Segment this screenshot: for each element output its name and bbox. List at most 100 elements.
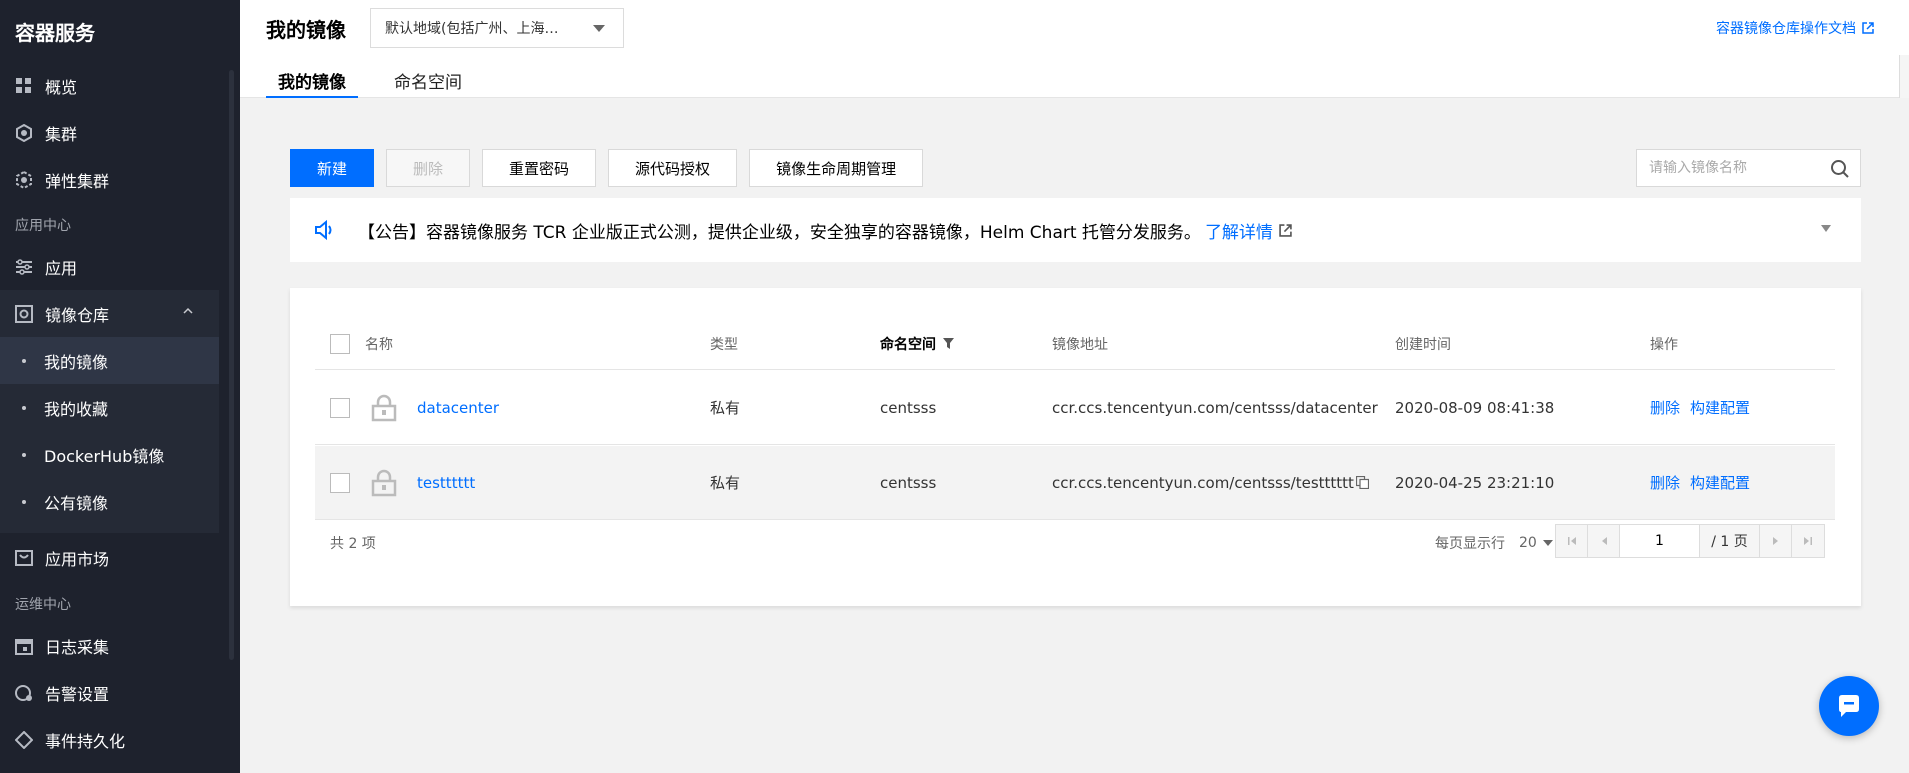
registry-submenu: 我的镜像 我的收藏 DockerHub镜像 公有镜像 [0,337,219,533]
delete-link[interactable]: 删除 [1650,371,1680,444]
sidebar-subitem-my-images[interactable]: 我的镜像 [0,337,219,384]
announcement-bar: 【公告】容器镜像服务 TCR 企业版正式公测，提供企业级，安全独享的容器镜像，H… [290,198,1861,262]
table-header: 名称 类型 命名空间 镜像地址 创建时间 操作 [315,318,1835,370]
pagination: 1 / 1 页 [1555,524,1825,558]
first-page-icon [1567,537,1576,545]
lock-icon [371,394,397,421]
region-select[interactable]: 默认地域(包括广州、上海… [370,8,624,48]
announcement-text: 【公告】容器镜像服务 TCR 企业版正式公测，提供企业级，安全独享的容器镜像，H… [358,222,1201,243]
page-size: 每页显示行 20 [1435,533,1553,553]
alarm-icon [15,684,33,702]
next-page-button[interactable] [1760,525,1792,557]
sidebar-item-label: 应用 [45,258,78,278]
sidebar-item-registry[interactable]: 镜像仓库 [0,290,219,337]
external-link-icon [1862,22,1874,34]
first-page-button[interactable] [1556,525,1588,557]
source-auth-button[interactable]: 源代码授权 [608,149,738,187]
image-type: 私有 [710,474,741,492]
image-address: ccr.ccs.tencentyun.com/centsss/testttttt [1052,473,1354,492]
sidebar-item-label: 告警设置 [45,684,110,704]
page-total: / 1 页 [1700,525,1760,557]
select-all-checkbox[interactable] [330,333,350,354]
image-name-link[interactable]: testttttt [417,446,475,519]
announcement-more-link[interactable]: 了解详情 [1205,218,1292,243]
image-type: 私有 [710,399,741,417]
new-button[interactable]: 新建 [290,149,375,187]
last-page-icon [1804,537,1812,545]
copy-icon[interactable] [1355,476,1369,489]
table-row: datacenter 私有 centsss ccr.ccs.tencentyun… [315,371,1835,445]
col-type: 类型 [710,336,738,353]
row-checkbox[interactable] [330,472,350,493]
region-select-value: 默认地域(包括广州、上海… [385,21,559,37]
page-size-value: 20 [1519,535,1537,551]
sidebar-item-alarm[interactable]: 告警设置 [0,669,240,716]
page-number-input[interactable]: 1 [1620,525,1700,557]
build-config-link[interactable]: 构建配置 [1690,446,1750,519]
image-address: ccr.ccs.tencentyun.com/centsss/datacente… [1052,398,1378,417]
sidebar-item-event[interactable]: 事件持久化 [0,716,240,763]
bullet-icon [22,452,26,457]
col-actions: 操作 [1650,336,1678,353]
col-namespace[interactable]: 命名空间 [880,318,954,369]
sidebar-item-label: 日志采集 [45,637,110,657]
table-footer: 共 2 项 每页显示行 20 1 / 1 页 [315,524,1835,560]
prev-page-button[interactable] [1588,525,1620,557]
sidebar-item-elastic-cluster[interactable]: 弹性集群 [0,156,240,203]
sidebar-item-market[interactable]: 应用市场 [0,533,240,582]
sidebar-subitem-dockerhub[interactable]: DockerHub镜像 [0,431,219,478]
sidebar: 容器服务 概览 集群 弹性集群 应用中心 应用 镜像仓库 我的镜像 我的收藏 D… [0,0,240,773]
tab-bar: 我的镜像 命名空间 [266,58,498,98]
sidebar-subitem-label: 公有镜像 [44,493,109,513]
announcement-more-label: 了解详情 [1204,222,1273,243]
sidebar-scrollbar[interactable] [229,70,234,660]
delete-button[interactable]: 删除 [386,149,471,187]
col-name: 名称 [365,336,393,353]
prev-page-icon [1601,537,1607,545]
expand-caret-icon[interactable] [1821,225,1831,232]
search-icon[interactable] [1830,159,1850,179]
page-size-select[interactable]: 20 [1519,535,1553,551]
sidebar-subitem-label: DockerHub镜像 [44,446,165,466]
page-scrollbar[interactable] [1899,55,1909,98]
search-box [1636,149,1861,187]
search-input[interactable] [1649,160,1819,176]
calendar-icon [15,637,33,655]
sidebar-subitem-label: 我的镜像 [44,352,109,372]
page-size-label: 每页显示行 [1435,536,1505,552]
bullet-icon [22,499,26,504]
row-checkbox[interactable] [330,397,350,418]
col-created: 创建时间 [1395,336,1451,353]
lock-icon [371,469,397,496]
sidebar-item-label: 事件持久化 [45,731,126,751]
tab-my-images[interactable]: 我的镜像 [266,58,358,98]
image-name-link[interactable]: datacenter [417,371,499,444]
table-row: testttttt 私有 centsss ccr.ccs.tencentyun.… [315,446,1835,520]
sidebar-item-label: 集群 [45,124,78,144]
sidebar-item-app[interactable]: 应用 [0,243,240,290]
delete-link[interactable]: 删除 [1650,446,1680,519]
build-config-link[interactable]: 构建配置 [1690,371,1750,444]
bullet-icon [22,358,26,363]
sidebar-item-log-collection[interactable]: 日志采集 [0,622,240,669]
col-namespace-label: 命名空间 [880,336,936,353]
page-header: 我的镜像 默认地域(包括广州、上海… 容器镜像仓库操作文档 我的镜像 命名空间 [240,0,1909,98]
sidebar-item-label: 镜像仓库 [45,305,110,325]
filter-icon[interactable] [943,338,954,349]
reset-password-button[interactable]: 重置密码 [482,149,597,187]
sidebar-item-cluster[interactable]: 集群 [0,109,240,156]
chat-button[interactable] [1819,676,1879,736]
sidebar-item-label: 弹性集群 [45,171,110,191]
lifecycle-button[interactable]: 镜像生命周期管理 [749,149,924,187]
caret-down-icon [593,25,605,32]
sidebar-item-label: 概览 [45,77,78,97]
sidebar-subitem-public-images[interactable]: 公有镜像 [0,478,219,525]
elastic-cluster-icon [15,170,33,189]
sidebar-subitem-favorites[interactable]: 我的收藏 [0,384,219,431]
last-page-button[interactable] [1792,525,1824,557]
doc-link[interactable]: 容器镜像仓库操作文档 [1716,18,1874,38]
cluster-icon [15,123,33,142]
total-count: 共 2 项 [330,536,376,552]
tab-namespace[interactable]: 命名空间 [382,58,474,98]
sidebar-item-overview[interactable]: 概览 [0,62,240,109]
